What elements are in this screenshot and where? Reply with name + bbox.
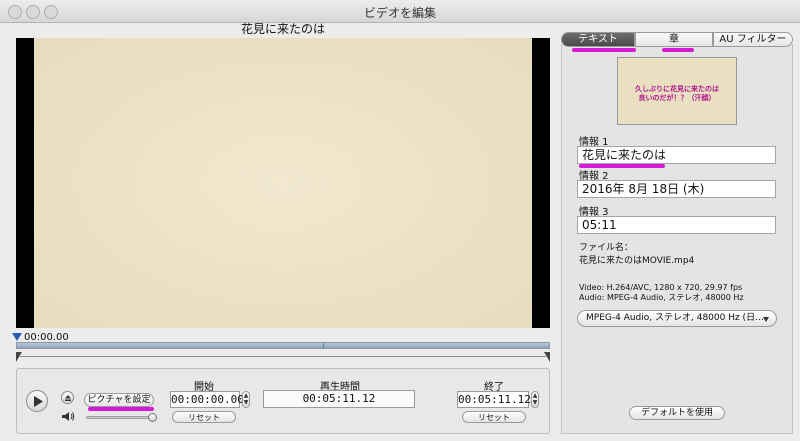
file-name-value: 花見に来たのはMOVIE.mp4 [579,256,695,266]
start-time-field[interactable]: 00:00:00.00 [170,391,244,408]
file-name-label: ファイル名： [579,243,634,253]
start-time-stepper[interactable]: ▲ ▼ [242,391,250,408]
inspector-tabs: テキスト 章 AU フィルター [561,32,793,47]
highlight-underline-picture [88,407,154,411]
play-button[interactable] [26,390,48,412]
video-title: 花見に来たのは [240,22,325,36]
scrub-bar[interactable] [16,342,550,349]
audio-track-select-value: MPEG-4 Audio, ステレオ, 48000 Hz (日… [586,313,765,323]
edit-video-window: ビデオを編集 花見に来たのは 00:00.00 ピクチャを設定 開始 00:00… [0,0,800,441]
end-time-field[interactable]: 00:05:11.12 [457,391,531,408]
video-format-info: Video: H.264/AVC, 1280 x 720, 29.97 fps [579,283,743,292]
thumbnail-line-2: 良いのだが！？（汗顔） [638,94,716,102]
use-default-button[interactable]: デフォルトを使用 [629,406,725,420]
title-preview-thumbnail: 久しぶりに花見に来たのは 良いのだが！？（汗顔） [617,57,737,125]
start-reset-button[interactable]: リセット [172,411,236,423]
info2-field[interactable]: 2016年 8月 18日 (木) [577,180,776,198]
trim-start-handle[interactable] [16,352,22,362]
eject-icon [65,395,71,401]
thumbnail-line-1: 久しぶりに花見に来たのは [635,85,719,93]
end-reset-button[interactable]: リセット [462,411,526,423]
audio-track-select[interactable]: MPEG-4 Audio, ステレオ, 48000 Hz (日… [577,310,777,327]
highlight-underline-chapter-tab [662,48,694,52]
popup-arrow-icon [763,317,769,322]
video-preview[interactable] [16,38,550,328]
playhead-marker[interactable] [12,333,22,341]
audio-format-info: Audio: MPEG-4 Audio, ステレオ, 48000 Hz [579,293,744,302]
info1-field[interactable]: 花見に来たのは [577,146,776,164]
window-title: ビデオを編集 [363,6,436,20]
play-icon [34,396,43,407]
volume-slider[interactable] [86,416,154,419]
end-time-stepper[interactable]: ▲ ▼ [531,391,539,408]
title-bar: ビデオを編集 [0,0,800,23]
set-picture-button[interactable]: ピクチャを設定 [84,393,154,407]
trim-track-line [20,356,546,357]
scrub-bar-divider [323,342,324,349]
eject-button[interactable] [61,391,74,404]
volume-slider-knob[interactable] [148,413,157,422]
info3-field[interactable]: 05:11 [577,216,776,234]
duration-field: 00:05:11.12 [263,390,415,408]
trim-end-handle[interactable] [544,352,550,362]
highlight-underline-text-tab [572,48,636,52]
tab-au-filter[interactable]: AU フィルター [713,32,793,47]
tab-text[interactable]: テキスト [561,32,635,47]
speaker-icon [62,412,75,421]
video-frame-image [34,38,532,328]
trim-track[interactable] [16,352,550,362]
tab-chapters[interactable]: 章 [635,32,713,47]
